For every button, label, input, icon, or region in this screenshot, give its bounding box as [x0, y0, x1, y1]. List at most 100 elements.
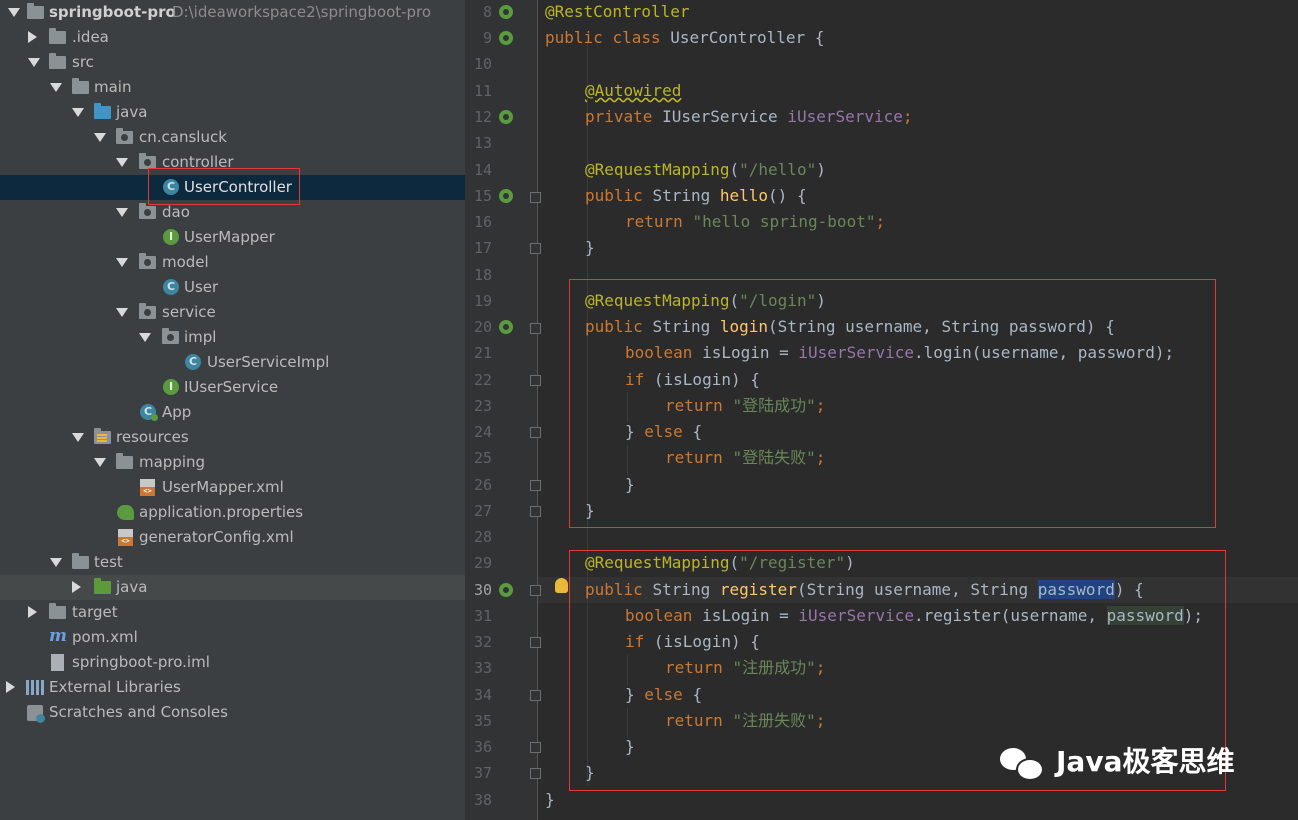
- tree-item-main[interactable]: main: [0, 75, 465, 100]
- code-line[interactable]: if (isLogin) {: [625, 370, 760, 390]
- code-line[interactable]: @Autowired: [585, 81, 681, 101]
- collapse-arrow-icon[interactable]: [28, 606, 37, 618]
- tree-item-label: UserMapper: [184, 228, 275, 246]
- tree-item-controller[interactable]: controller: [0, 150, 465, 175]
- code-line[interactable]: }: [545, 790, 555, 810]
- expand-arrow-icon[interactable]: [116, 258, 128, 267]
- tree-item-target[interactable]: target: [0, 600, 465, 625]
- fold-marker-icon[interactable]: [530, 323, 541, 334]
- tree-item-service[interactable]: service: [0, 300, 465, 325]
- code-line[interactable]: return "注册失败";: [665, 711, 825, 731]
- request-mapping-marker-icon[interactable]: [499, 320, 513, 334]
- code-line[interactable]: boolean isLogin = iUserService.register(…: [625, 606, 1203, 626]
- intention-bulb-icon[interactable]: [555, 578, 568, 593]
- request-mapping-marker-icon[interactable]: [499, 189, 513, 203]
- fold-marker-icon[interactable]: [530, 427, 541, 438]
- tree-item-java[interactable]: java: [0, 100, 465, 125]
- tree-item-app[interactable]: C App: [0, 400, 465, 425]
- code-line[interactable]: @RestController: [545, 2, 690, 22]
- collapse-arrow-icon[interactable]: [72, 581, 81, 593]
- bean-marker-icon[interactable]: [499, 5, 513, 19]
- expand-arrow-icon[interactable]: [116, 308, 128, 317]
- tree-item-external-libraries[interactable]: External Libraries: [0, 675, 465, 700]
- tree-item-user[interactable]: C User: [0, 275, 465, 300]
- fold-marker-icon[interactable]: [530, 585, 541, 596]
- code-line[interactable]: } else {: [625, 422, 702, 442]
- tree-item-mapping[interactable]: mapping: [0, 450, 465, 475]
- fold-marker-icon[interactable]: [530, 742, 541, 753]
- tree-item-user-mapper-xml[interactable]: UserMapper.xml: [0, 475, 465, 500]
- code-line[interactable]: }: [585, 501, 595, 521]
- code-line[interactable]: } else {: [625, 685, 702, 705]
- tree-item-iml[interactable]: springboot-pro.iml: [0, 650, 465, 675]
- code-line[interactable]: return "登陆失败";: [665, 448, 825, 468]
- fold-marker-icon[interactable]: [530, 506, 541, 517]
- tree-item-application-properties[interactable]: application.properties: [0, 500, 465, 525]
- fold-marker-icon[interactable]: [530, 192, 541, 203]
- tree-item-user-mapper[interactable]: I UserMapper: [0, 225, 465, 250]
- tree-item-user-controller[interactable]: C UserController: [0, 175, 465, 200]
- tree-item-pom[interactable]: m pom.xml: [0, 625, 465, 650]
- expand-arrow-icon[interactable]: [94, 133, 106, 142]
- code-line[interactable]: }: [625, 475, 635, 495]
- tree-item-src[interactable]: src: [0, 50, 465, 75]
- fold-marker-icon[interactable]: [530, 637, 541, 648]
- tree-item-test-java[interactable]: java: [0, 575, 465, 600]
- tree-item-label: .idea: [72, 28, 109, 46]
- expand-arrow-icon[interactable]: [50, 83, 62, 92]
- autowired-marker-icon[interactable]: [499, 110, 513, 124]
- code-line[interactable]: boolean isLogin = iUserService.login(use…: [625, 343, 1174, 363]
- code-line[interactable]: @RequestMapping("/register"): [585, 553, 855, 573]
- fold-marker-icon[interactable]: [530, 768, 541, 779]
- line-number: 12: [473, 108, 492, 126]
- request-mapping-marker-icon[interactable]: [499, 583, 513, 597]
- collapse-arrow-icon[interactable]: [6, 681, 15, 693]
- line-number: 32: [473, 633, 492, 651]
- code-line[interactable]: if (isLogin) {: [625, 632, 760, 652]
- tree-item-project-root[interactable]: springboot-pro D:\ideaworkspace2\springb…: [0, 0, 465, 25]
- code-line[interactable]: public String login(String username, Str…: [585, 317, 1115, 337]
- code-line[interactable]: return "注册成功";: [665, 658, 825, 678]
- code-line[interactable]: public String hello() {: [585, 186, 807, 206]
- tree-item-label: App: [162, 403, 192, 421]
- expand-arrow-icon[interactable]: [28, 58, 40, 67]
- code-line[interactable]: }: [625, 737, 635, 757]
- code-line[interactable]: @RequestMapping("/login"): [585, 291, 826, 311]
- tree-item-test[interactable]: test: [0, 550, 465, 575]
- libraries-icon: [26, 680, 44, 695]
- tree-item-idea[interactable]: .idea: [0, 25, 465, 50]
- expand-arrow-icon[interactable]: [72, 433, 84, 442]
- tree-item-model[interactable]: model: [0, 250, 465, 275]
- bean-marker-icon[interactable]: [499, 31, 513, 45]
- fold-marker-icon[interactable]: [530, 243, 541, 254]
- tree-item-package[interactable]: cn.cansluck: [0, 125, 465, 150]
- xml-file-icon: [140, 479, 155, 496]
- tree-item-user-service-impl[interactable]: C UserServiceImpl: [0, 350, 465, 375]
- code-line[interactable]: private IUserService iUserService;: [585, 107, 913, 127]
- tree-item-iuser-service[interactable]: I IUserService: [0, 375, 465, 400]
- collapse-arrow-icon[interactable]: [28, 31, 37, 43]
- tree-item-resources[interactable]: resources: [0, 425, 465, 450]
- expand-arrow-icon[interactable]: [94, 458, 106, 467]
- tree-item-dao[interactable]: dao: [0, 200, 465, 225]
- expand-arrow-icon[interactable]: [72, 108, 84, 117]
- code-line[interactable]: return "登陆成功";: [665, 396, 825, 416]
- code-line-current[interactable]: public String register(String username, …: [585, 580, 1144, 600]
- expand-arrow-icon[interactable]: [50, 558, 62, 567]
- fold-marker-icon[interactable]: [530, 690, 541, 701]
- fold-marker-icon[interactable]: [530, 480, 541, 491]
- code-line[interactable]: }: [585, 763, 595, 783]
- expand-arrow-icon[interactable]: [139, 333, 151, 342]
- code-line[interactable]: }: [585, 238, 595, 258]
- fold-marker-icon[interactable]: [530, 375, 541, 386]
- line-number: 27: [473, 502, 492, 520]
- code-line[interactable]: return "hello spring-boot";: [625, 212, 885, 232]
- tree-item-generator-config[interactable]: generatorConfig.xml: [0, 525, 465, 550]
- expand-arrow-icon[interactable]: [116, 208, 128, 217]
- tree-item-impl[interactable]: impl: [0, 325, 465, 350]
- expand-arrow-icon[interactable]: [116, 158, 128, 167]
- code-line[interactable]: public class UserController {: [545, 28, 824, 48]
- tree-item-scratches[interactable]: Scratches and Consoles: [0, 700, 465, 725]
- expand-arrow-icon[interactable]: [8, 8, 20, 17]
- code-line[interactable]: @RequestMapping("/hello"): [585, 160, 826, 180]
